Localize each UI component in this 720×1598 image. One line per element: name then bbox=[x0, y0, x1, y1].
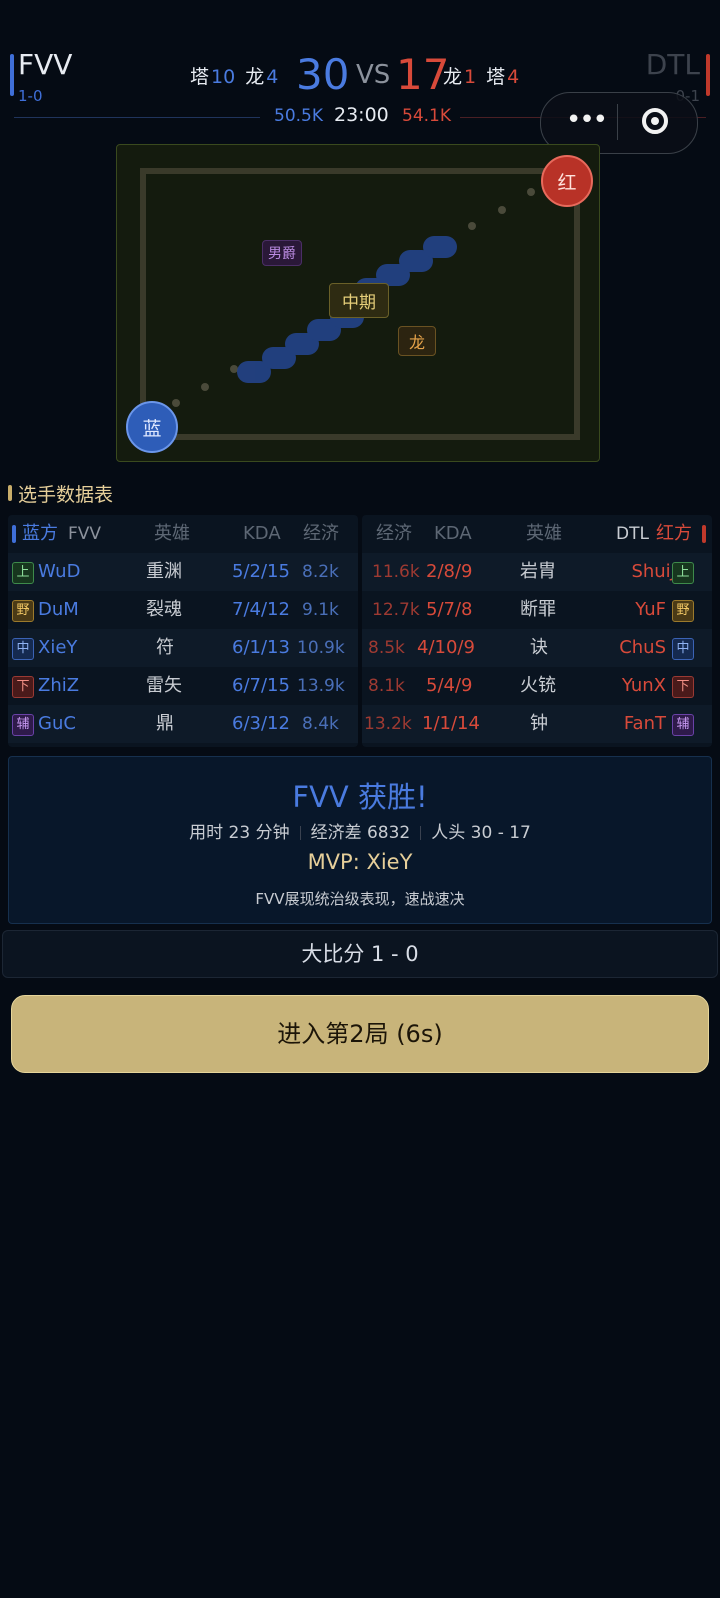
hero-name: 岩胄 bbox=[520, 561, 556, 582]
role-badge: 野 bbox=[12, 600, 34, 622]
hero-name: 重渊 bbox=[146, 561, 182, 582]
player-name: ZhiZ bbox=[38, 675, 80, 696]
table-row[interactable]: 8.1k 5/4/9 火铳 YunX 下 bbox=[362, 667, 712, 705]
table-header: 经济 KDA 英雄 DTL 红方 bbox=[362, 515, 712, 553]
stat-separator bbox=[420, 826, 422, 840]
blue-base-marker: 蓝 bbox=[126, 401, 178, 453]
minimap-path bbox=[172, 188, 535, 407]
hero-name: 火铳 bbox=[520, 675, 556, 696]
player-eco: 8.5k bbox=[368, 638, 405, 658]
player-eco: 13.9k bbox=[297, 676, 345, 696]
role-badge: 中 bbox=[672, 638, 694, 660]
role-badge: 下 bbox=[12, 676, 34, 698]
baron-tag: 男爵 bbox=[262, 240, 302, 266]
player-kda: 5/7/8 bbox=[426, 599, 473, 620]
player-eco: 9.1k bbox=[302, 600, 339, 620]
role-badge: 中 bbox=[12, 638, 34, 660]
player-eco: 8.2k bbox=[302, 562, 339, 582]
player-name: DuM bbox=[38, 599, 79, 620]
player-kda: 6/7/15 bbox=[232, 675, 290, 696]
kill-score: 人头 30 - 17 bbox=[431, 823, 531, 843]
player-name: XieY bbox=[38, 637, 78, 658]
blue-side-accent bbox=[12, 525, 16, 543]
player-kda: 4/10/9 bbox=[417, 637, 475, 658]
player-name: FanT bbox=[623, 713, 666, 734]
player-name: ChuS bbox=[619, 637, 666, 658]
win-stats: 用时 23 分钟 经济差 6832 人头 30 - 17 bbox=[0, 818, 720, 843]
blue-player-panel: 蓝方 FVV 英雄 KDA 经济 上 WuD 重渊 5/2/15 8.2k 野 … bbox=[8, 515, 358, 747]
mvp-label: MVP: XieY bbox=[307, 850, 413, 874]
stat-separator bbox=[299, 826, 301, 840]
phase-tag: 中期 bbox=[329, 283, 389, 318]
red-side-accent bbox=[702, 525, 706, 543]
table-row[interactable]: 8.5k 4/10/9 诀 ChuS 中 bbox=[362, 629, 712, 667]
win-description: FVV展现统治级表现，速战速决 bbox=[255, 890, 465, 908]
player-eco: 13.2k bbox=[364, 714, 412, 734]
role-badge: 上 bbox=[12, 562, 34, 584]
role-badge: 上 bbox=[672, 562, 694, 584]
table-header: 蓝方 FVV 英雄 KDA 经济 bbox=[8, 515, 358, 553]
role-badge: 野 bbox=[672, 600, 694, 622]
series-score: 大比分 1 - 0 bbox=[2, 930, 718, 978]
blue-team-label: FVV bbox=[68, 524, 102, 544]
red-side-label: 红方 bbox=[656, 523, 692, 544]
win-title: FVV 获胜! bbox=[292, 780, 428, 814]
table-row[interactable]: 13.2k 1/1/14 钟 FanT 辅 bbox=[362, 705, 712, 743]
hero-name: 钟 bbox=[530, 713, 548, 734]
player-kda: 6/3/12 bbox=[232, 713, 290, 734]
col-hero: 英雄 bbox=[526, 523, 562, 544]
next-game-button[interactable]: 进入第2局 (6s) bbox=[11, 995, 709, 1073]
col-kda: KDA bbox=[243, 523, 281, 544]
player-eco: 10.9k bbox=[297, 638, 345, 658]
table-row[interactable]: 辅 GuC 鼎 6/3/12 8.4k bbox=[8, 705, 358, 743]
duration: 用时 23 分钟 bbox=[189, 823, 290, 843]
hero-name: 断罪 bbox=[520, 599, 556, 620]
player-eco: 8.1k bbox=[368, 676, 405, 696]
role-badge: 下 bbox=[672, 676, 694, 698]
player-name: YunX bbox=[621, 675, 666, 696]
table-row[interactable]: 野 DuM 裂魂 7/4/12 9.1k bbox=[8, 591, 358, 629]
table-row[interactable]: 下 ZhiZ 雷矢 6/7/15 13.9k bbox=[8, 667, 358, 705]
player-name: YuF bbox=[635, 599, 666, 620]
table-row[interactable]: 中 XieY 符 6/1/13 10.9k bbox=[8, 629, 358, 667]
player-kda: 7/4/12 bbox=[232, 599, 290, 620]
col-kda: KDA bbox=[434, 523, 472, 544]
col-eco: 经济 bbox=[303, 523, 339, 544]
player-kda: 6/1/13 bbox=[232, 637, 290, 658]
player-eco: 11.6k bbox=[372, 562, 420, 582]
hero-name: 裂魂 bbox=[146, 599, 182, 620]
player-eco: 8.4k bbox=[302, 714, 339, 734]
table-row[interactable]: 11.6k 2/8/9 岩胄 ShuiJ 上 bbox=[362, 553, 712, 591]
table-row[interactable]: 12.7k 5/7/8 断罪 YuF 野 bbox=[362, 591, 712, 629]
player-name: GuC bbox=[38, 713, 76, 734]
section-title: 选手数据表 bbox=[18, 484, 114, 506]
player-kda: 1/1/14 bbox=[422, 713, 480, 734]
hero-name: 鼎 bbox=[156, 713, 174, 734]
red-team-label: DTL bbox=[616, 524, 649, 544]
player-kda: 5/4/9 bbox=[426, 675, 473, 696]
dragon-tag: 龙 bbox=[398, 326, 437, 356]
player-kda: 5/2/15 bbox=[232, 561, 290, 582]
player-eco: 12.7k bbox=[372, 600, 420, 620]
player-name: WuD bbox=[38, 561, 81, 582]
hero-name: 诀 bbox=[530, 637, 548, 658]
gold-diff: 经济差 6832 bbox=[310, 823, 411, 843]
table-row[interactable]: 上 WuD 重渊 5/2/15 8.2k bbox=[8, 553, 358, 591]
role-badge: 辅 bbox=[12, 714, 34, 736]
red-player-panel: 经济 KDA 英雄 DTL 红方 11.6k 2/8/9 岩胄 ShuiJ 上 … bbox=[362, 515, 712, 747]
hero-name: 符 bbox=[156, 637, 174, 658]
role-badge: 辅 bbox=[672, 714, 694, 736]
blue-side-label: 蓝方 bbox=[22, 523, 58, 544]
red-base-marker: 红 bbox=[541, 155, 593, 207]
player-name: ShuiJ bbox=[631, 561, 676, 582]
col-eco: 经济 bbox=[376, 523, 412, 544]
hero-name: 雷矢 bbox=[146, 675, 182, 696]
section-accent bbox=[8, 485, 12, 501]
player-kda: 2/8/9 bbox=[426, 561, 473, 582]
col-hero: 英雄 bbox=[154, 523, 190, 544]
